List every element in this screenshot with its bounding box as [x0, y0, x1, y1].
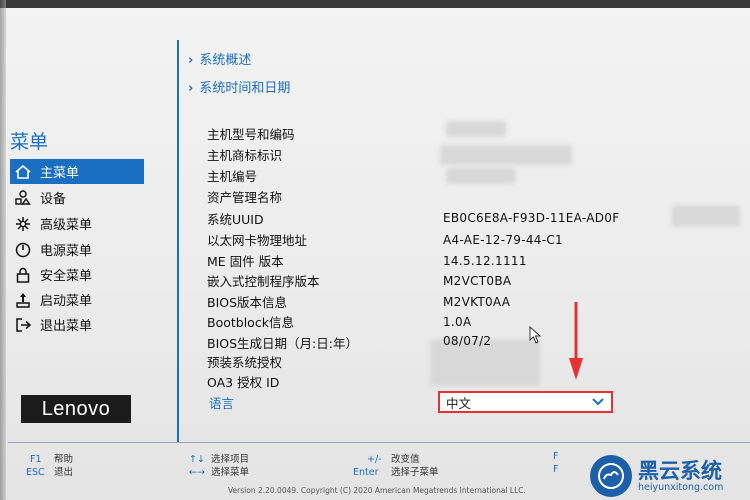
sidebar-item-main[interactable]: 主菜单 [10, 159, 144, 184]
language-select[interactable]: 中文 [438, 391, 613, 413]
value-mac: A4-AE-12-79-44-C1 [443, 233, 563, 247]
hint-function-key: F [553, 464, 559, 475]
sidebar-item-label: 启动菜单 [40, 294, 93, 309]
redacted-value [446, 121, 506, 137]
value-uuid: EB0C6E8A-F93D-11EA-AD0F [443, 211, 620, 225]
chevron-down-icon [591, 395, 605, 410]
home-icon [12, 161, 34, 183]
photo-edge-left [0, 0, 6, 500]
advanced-icon [12, 213, 34, 235]
link-system-overview[interactable]: › 系统概述 [188, 49, 251, 68]
redacted-value [672, 205, 740, 227]
version-copyright: Version 2.20.0049. Copyright (C) 2020 Am… [228, 486, 526, 495]
hint-function-key: F [553, 451, 559, 462]
watermark-title: 黑云系统 [638, 458, 722, 483]
language-value: 中文 [446, 395, 472, 411]
redacted-value [440, 145, 572, 165]
hint-select-menu: ←→ 选择菜单 [189, 467, 250, 478]
red-arrow-annotation [566, 300, 586, 386]
label-oa3-id: OA3 授权 ID [207, 375, 280, 390]
language-label: 语言 [209, 396, 235, 411]
sidebar-item-label: 退出菜单 [40, 319, 93, 334]
chevron-right-icon: › [188, 53, 194, 68]
menu-title: 菜单 [10, 131, 49, 153]
hint-exit: ESC 退出 [26, 467, 74, 478]
sidebar-item-boot[interactable]: 启动菜单 [10, 287, 144, 312]
sidebar-item-exit[interactable]: 退出菜单 [10, 312, 144, 337]
sidebar-item-power[interactable]: 电源菜单 [10, 237, 144, 262]
hint-change-value: +/- 改变值 [367, 454, 420, 465]
value-ec-version: M2VCT0BA [443, 274, 512, 288]
label-asset: 资产管理名称 [207, 190, 283, 205]
label-bios-date: BIOS生成日期（月:日:年） [207, 336, 358, 351]
sidebar-item-label: 高级菜单 [40, 218, 93, 233]
hint-help: F1 帮助 [30, 454, 74, 465]
label-os-license: 预装系统授权 [207, 355, 283, 370]
chevron-right-icon: › [188, 81, 194, 96]
value-bios-version: M2VKT0AA [443, 295, 511, 309]
sidebar-item-label: 主菜单 [40, 166, 80, 181]
sidebar-item-label: 设备 [40, 192, 67, 207]
watermark-url: heiyunxitong.com [638, 481, 724, 493]
horizontal-divider [8, 442, 750, 443]
watermark: 黑云系统 heiyunxitong.com [590, 452, 750, 500]
sidebar-item-label: 电源菜单 [40, 244, 93, 259]
vertical-divider [177, 40, 179, 442]
redacted-value [446, 168, 516, 184]
mouse-cursor-icon [529, 325, 543, 348]
hint-select-item: ↑↓ 选择项目 [189, 454, 250, 465]
power-icon [12, 239, 34, 261]
boot-icon [12, 289, 34, 311]
lenovo-logo: Lenovo [21, 395, 131, 423]
value-bios-date: 08/07/2 [443, 334, 492, 348]
label-model: 主机型号和编码 [207, 127, 295, 142]
photo-edge-top [0, 0, 750, 8]
label-bootblock: Bootblock信息 [207, 315, 294, 330]
exit-icon [12, 314, 34, 336]
sidebar-item-security[interactable]: 安全菜单 [10, 262, 144, 287]
label-uuid: 系统UUID [207, 212, 264, 227]
label-serial: 主机编号 [207, 169, 258, 184]
lock-icon [12, 264, 34, 286]
devices-icon [12, 187, 34, 209]
sidebar-item-label: 安全菜单 [40, 269, 93, 284]
label-brand: 主机商标标识 [207, 148, 283, 163]
value-me-fw: 14.5.12.1111 [443, 254, 527, 268]
sidebar-item-advanced[interactable]: 高级菜单 [10, 211, 144, 236]
sidebar-item-devices[interactable]: 设备 [10, 185, 144, 210]
cloud-logo-icon [590, 455, 632, 497]
label-mac: 以太网卡物理地址 [207, 233, 308, 248]
label-bios-version: BIOS版本信息 [207, 295, 288, 310]
link-system-time-date[interactable]: › 系统时间和日期 [188, 77, 290, 96]
hint-enter-submenu: Enter 选择子菜单 [353, 467, 439, 478]
value-bootblock: 1.0A [443, 315, 472, 329]
label-ec-version: 嵌入式控制程序版本 [207, 274, 320, 289]
label-me-fw: ME 固件 版本 [207, 254, 284, 269]
